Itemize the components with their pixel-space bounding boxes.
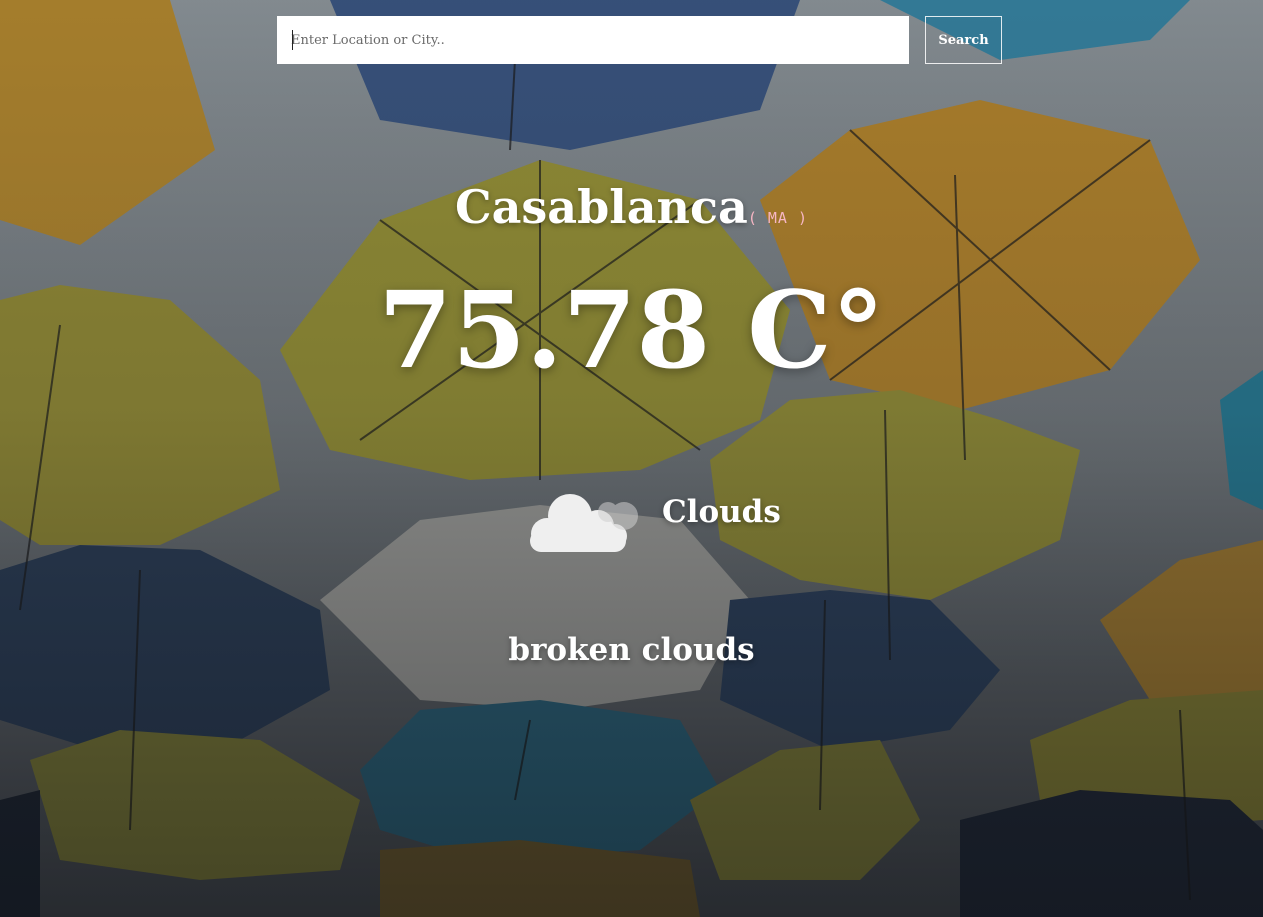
location-search-input[interactable] bbox=[277, 16, 909, 64]
city-name: Casablanca bbox=[454, 180, 748, 234]
country-code: ( MA ) bbox=[747, 209, 808, 227]
background-overlay bbox=[0, 0, 1263, 917]
weather-condition: Clouds bbox=[662, 494, 781, 530]
cloud-icon bbox=[530, 494, 638, 552]
location-heading: Casablanca( MA ) bbox=[0, 180, 1263, 234]
temperature-value: 75.78 C° bbox=[378, 267, 885, 392]
weather-description: broken clouds bbox=[508, 632, 755, 668]
search-button[interactable]: Search bbox=[925, 16, 1002, 64]
text-cursor bbox=[292, 30, 293, 50]
